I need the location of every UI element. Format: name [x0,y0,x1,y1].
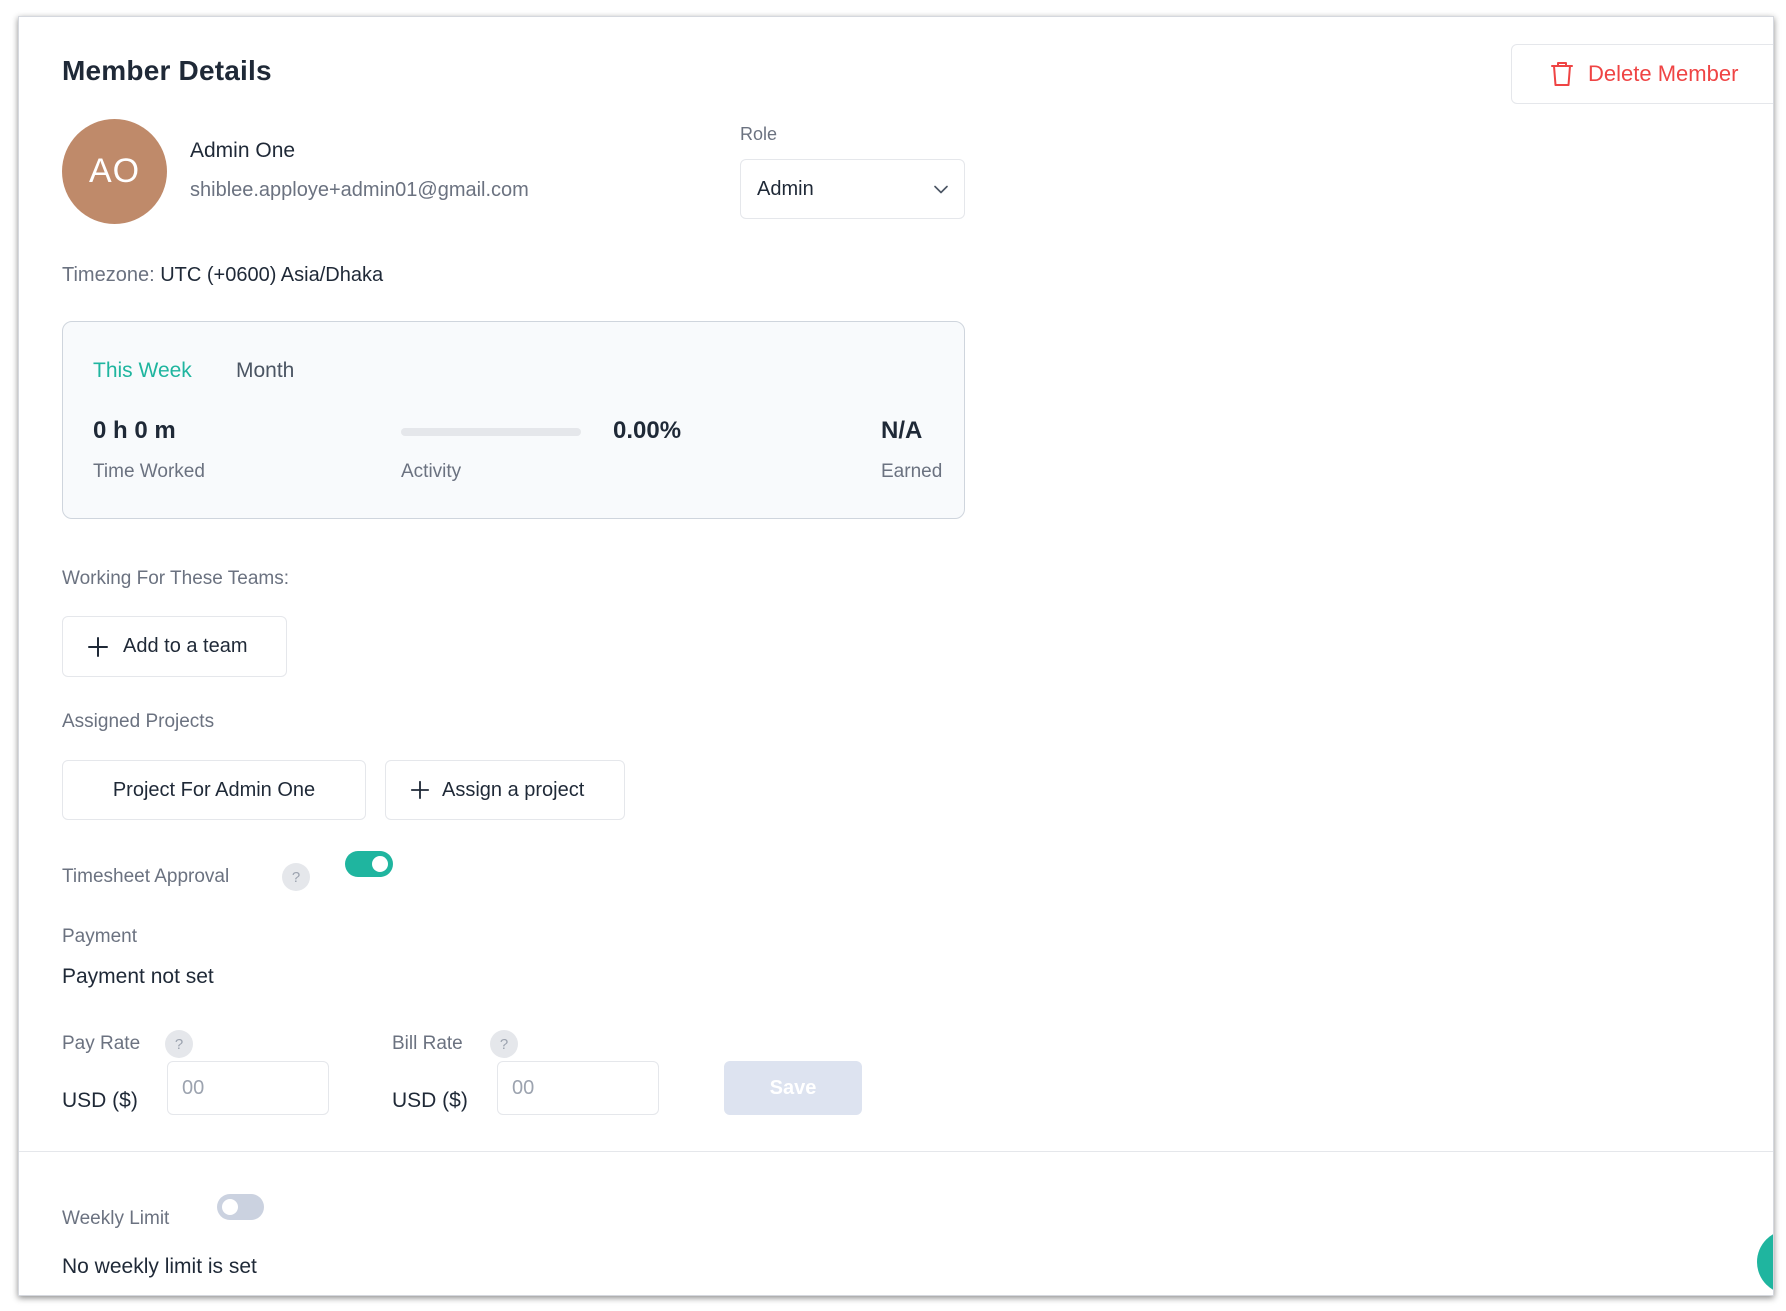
role-label: Role [740,124,778,144]
time-worked-label: Time Worked [93,461,205,482]
plus-icon [87,636,109,658]
weekly-limit-label: Weekly Limit [62,1208,170,1229]
timezone-row: Timezone: UTC (+0600) Asia/Dhaka [62,264,383,287]
assign-project-label: Assign a project [442,778,585,801]
earned-label: Earned [881,461,943,482]
member-email: shiblee.apploye+admin01@gmail.com [190,179,529,201]
help-icon[interactable]: ? [165,1030,193,1058]
member-details-panel: Member Details Delete Member AO Admin On… [18,16,1774,1296]
timesheet-approval-toggle[interactable] [345,851,393,877]
stats-card: This Week Month 0 h 0 m Time Worked Acti… [62,321,965,519]
bill-rate-input[interactable] [497,1061,659,1115]
help-icon[interactable]: ? [490,1030,518,1058]
weekly-limit-toggle[interactable] [217,1194,264,1220]
bill-rate-label: Bill Rate [392,1033,463,1054]
project-chip-label: Project For Admin One [112,778,316,801]
activity-progress-bar [401,428,581,436]
add-to-team-label: Add to a team [123,635,248,657]
chevron-down-icon [934,185,948,194]
chat-widget-button[interactable] [1757,1230,1773,1294]
pay-rate-input[interactable] [167,1061,329,1115]
help-icon[interactable]: ? [282,863,310,891]
activity-label: Activity [401,461,462,482]
payment-status: Payment not set [62,965,214,988]
section-divider [19,1151,1773,1152]
project-chip[interactable]: Project For Admin One [62,760,366,820]
assigned-projects-label: Assigned Projects [62,711,215,732]
delete-member-label: Delete Member [1588,61,1739,86]
save-button[interactable]: Save [724,1061,862,1115]
time-worked-value: 0 h 0 m [93,417,176,444]
member-name: Admin One [190,139,296,162]
earned-value: N/A [881,417,923,444]
teams-label: Working For These Teams: [62,568,290,589]
toggle-knob [222,1199,238,1215]
role-selected-value: Admin [757,177,814,200]
delete-member-button[interactable]: Delete Member [1511,44,1773,104]
tab-month[interactable]: Month [236,359,294,383]
toggle-knob [372,856,388,872]
avatar: AO [62,119,167,224]
timesheet-approval-label: Timesheet Approval [62,866,230,887]
payment-label: Payment [62,926,137,947]
timezone-value: UTC (+0600) Asia/Dhaka [160,264,384,286]
bill-rate-currency: USD ($) [392,1089,468,1112]
timezone-label: Timezone: [62,264,155,286]
activity-value: 0.00% [613,417,682,444]
pay-rate-currency: USD ($) [62,1089,138,1112]
add-to-team-button[interactable]: Add to a team [62,616,287,677]
pay-rate-label: Pay Rate [62,1033,141,1054]
assign-project-button[interactable]: Assign a project [385,760,625,820]
weekly-limit-status: No weekly limit is set [62,1255,257,1278]
page-title: Member Details [62,55,272,86]
role-select[interactable]: Admin [740,159,965,219]
plus-icon [410,780,430,800]
tab-this-week[interactable]: This Week [93,359,192,383]
trash-icon [1550,61,1574,87]
